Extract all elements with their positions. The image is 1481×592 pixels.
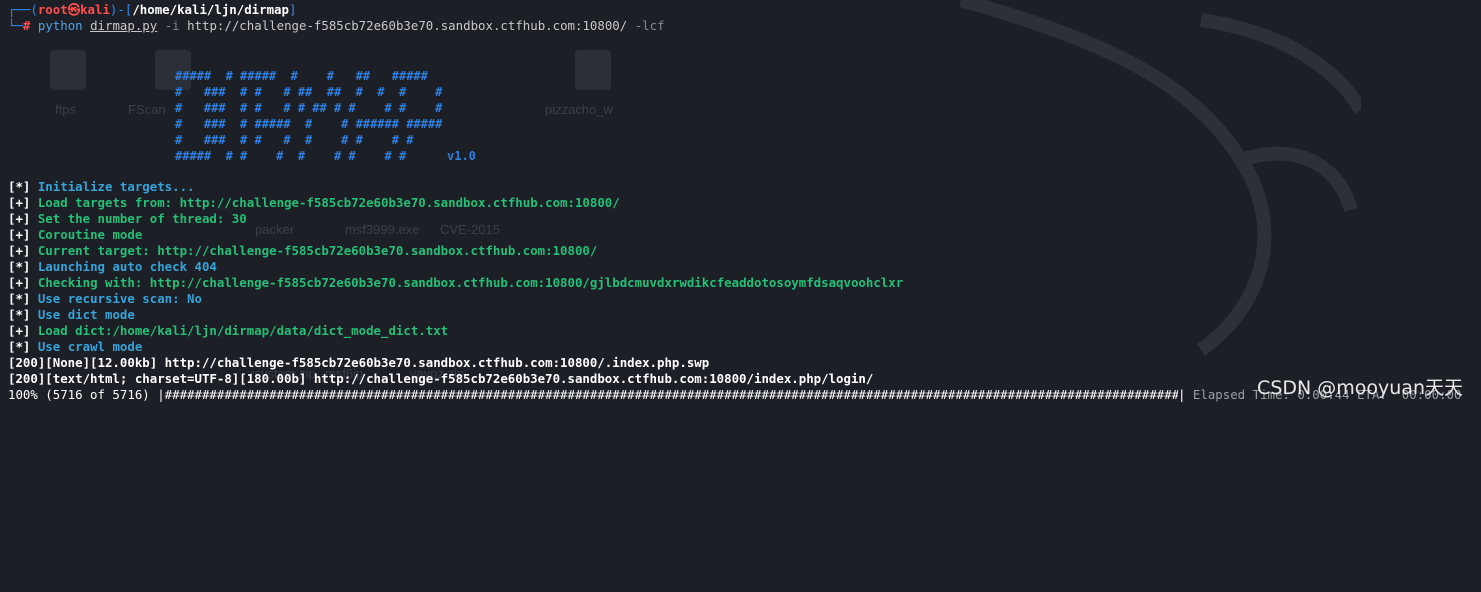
log-tag: [*] — [8, 291, 31, 306]
log-line: [+] Checking with: http://challenge-f585… — [8, 275, 903, 291]
prompt-user: root — [37, 2, 68, 17]
log-tag: [*] — [8, 179, 31, 194]
command-script: dirmap.py — [90, 18, 158, 33]
log-text: Use recursive scan: No — [30, 291, 202, 306]
log-line: [+] Load dict:/home/kali/ljn/dirmap/data… — [8, 323, 448, 339]
banner-line: ##### # # # # # # # # — [175, 149, 407, 163]
log-text: Use crawl mode — [30, 339, 143, 354]
log-text: Load targets from: http://challenge-f585… — [30, 195, 620, 210]
log-line: [+] Coroutine mode — [8, 227, 142, 243]
prompt-hash: # — [22, 18, 31, 33]
progress-fill: ########################################… — [164, 387, 1178, 402]
log-tag: [*] — [8, 339, 31, 354]
terminal-output[interactable]: ┌──(root㉿kali)-[/home/kali/ljn/dirmap] └… — [0, 0, 1481, 415]
log-text: Checking with: http://challenge-f585cb72… — [30, 275, 904, 290]
log-tag: [+] — [8, 195, 31, 210]
log-tag: [+] — [8, 323, 31, 338]
log-tag: [*] — [8, 259, 31, 274]
prompt-at-icon: ㉿ — [67, 2, 81, 17]
banner-line: # ### # ##### # # ###### ##### — [175, 117, 443, 131]
log-line: [*] Use recursive scan: No — [8, 291, 202, 307]
log-line: [+] Set the number of thread: 30 — [8, 211, 247, 227]
command-flag: -i — [164, 18, 180, 33]
log-tag: [+] — [8, 211, 31, 226]
log-line: [+] Load targets from: http://challenge-… — [8, 195, 620, 211]
log-text: Current target: http://challenge-f585cb7… — [30, 243, 598, 258]
log-text: Initialize targets... — [30, 179, 195, 194]
banner-line: # ### # # # # # # # # — [175, 133, 414, 147]
log-tag: [+] — [8, 275, 31, 290]
command-line[interactable]: └─# python dirmap.py -i http://challenge… — [8, 18, 665, 34]
command-url: http://challenge-f585cb72e60b3e70.sandbo… — [187, 18, 628, 33]
log-line: [*] Initialize targets... — [8, 179, 195, 195]
command-python: python — [37, 18, 83, 33]
result-line: [200][None][12.00kb] http://challenge-f5… — [8, 355, 710, 370]
prompt-header: ┌──(root㉿kali)-[/home/kali/ljn/dirmap] — [8, 2, 296, 18]
csdn-watermark: CSDN @mooyuan天天 — [1257, 377, 1463, 399]
banner-version: v1.0 — [447, 149, 476, 163]
prompt-host: kali — [80, 2, 110, 17]
prompt-corner: ┌──( — [8, 2, 38, 17]
prompt-corner: └─ — [8, 18, 23, 33]
log-text: Use dict mode — [30, 307, 135, 322]
result-line: [200][text/html; charset=UTF-8][180.00b]… — [8, 371, 874, 386]
prompt-close: ] — [288, 2, 297, 17]
log-text: Launching auto check 404 — [30, 259, 217, 274]
prompt-path: /home/kali/ljn/dirmap — [132, 2, 289, 17]
log-text: Load dict:/home/kali/ljn/dirmap/data/dic… — [30, 323, 449, 338]
banner-line: # ### # # # ## ## # # # # — [175, 85, 443, 99]
banner-line: ##### # ##### # # ## ##### — [175, 69, 428, 83]
log-tag: [+] — [8, 227, 31, 242]
command-flag: -lcf — [634, 18, 665, 33]
log-line: [*] Use crawl mode — [8, 339, 142, 355]
log-tag: [+] — [8, 243, 31, 258]
prompt-sep: )-[ — [109, 2, 133, 17]
log-text: Coroutine mode — [30, 227, 143, 242]
log-line: [+] Current target: http://challenge-f58… — [8, 243, 597, 259]
banner-line: # ### # # # # ## # # # # # — [175, 101, 443, 115]
log-text: Set the number of thread: 30 — [30, 211, 247, 226]
log-tag: [*] — [8, 307, 31, 322]
progress-label: 100% (5716 of 5716) | — [8, 387, 165, 402]
log-line: [*] Launching auto check 404 — [8, 259, 217, 275]
log-line: [*] Use dict mode — [8, 307, 135, 323]
progress-bar: 100% (5716 of 5716) |###################… — [8, 387, 1178, 403]
